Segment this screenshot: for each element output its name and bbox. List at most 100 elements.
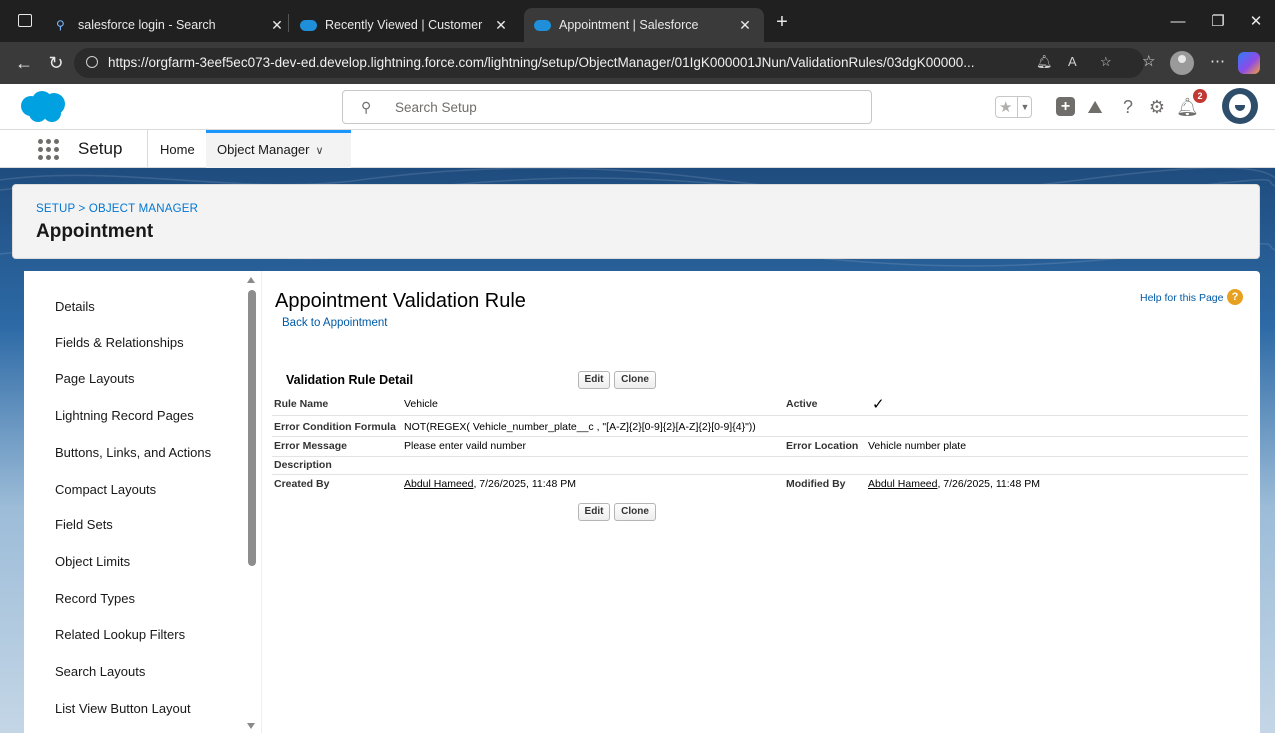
error-message-label: Error Message	[274, 440, 347, 452]
active-label: Active	[786, 398, 818, 410]
notification-count-badge: 2	[1193, 89, 1207, 103]
sidebar-item-related-lookup-filters[interactable]: Related Lookup Filters	[55, 627, 185, 642]
row-divider	[272, 474, 1248, 475]
favorites-button[interactable]: ★ ▼	[995, 96, 1032, 118]
nav-tab-object-manager[interactable]: Object Manager ∨	[206, 130, 351, 168]
browser-tab-search[interactable]: ⚲ salesforce login - Search ✕	[46, 8, 296, 42]
more-icon[interactable]: ⋯	[1210, 52, 1225, 70]
close-icon[interactable]: ✕	[268, 17, 286, 34]
sidebar-item-buttons-links-actions[interactable]: Buttons, Links, and Actions	[55, 445, 211, 460]
chevron-down-icon[interactable]: ∨	[316, 145, 324, 157]
trailhead-icon[interactable]: ⛰	[1083, 96, 1107, 118]
favorite-star-icon[interactable]: ☆	[1100, 54, 1112, 70]
scrollbar-thumb[interactable]	[248, 290, 256, 566]
bell-icon[interactable]: 🔔︎	[1036, 54, 1053, 70]
nav-tab-home[interactable]: Home	[160, 142, 195, 157]
browser-toolbar: ← ↻ https://orgfarm-3eef5ec073-dev-ed.de…	[0, 42, 1275, 84]
sidebar-item-page-layouts[interactable]: Page Layouts	[55, 371, 135, 386]
tab-title: Recently Viewed | Customer Detai	[325, 18, 486, 32]
modified-by-label: Modified By	[786, 478, 846, 490]
modified-date: , 7/26/2025, 11:48 PM	[937, 478, 1041, 490]
app-launcher-icon[interactable]	[38, 139, 59, 160]
profile-icon[interactable]	[1170, 51, 1194, 75]
sidebar-item-details[interactable]: Details	[55, 299, 95, 314]
favorites-icon[interactable]: ☆	[1142, 52, 1155, 70]
back-to-appointment-link[interactable]: Back to Appointment	[282, 317, 387, 329]
chevron-down-icon[interactable]: ▼	[1017, 97, 1032, 117]
browser-tab-recently-viewed[interactable]: Recently Viewed | Customer Detai ✕	[290, 8, 520, 42]
back-arrow-icon[interactable]: ←	[12, 51, 36, 75]
tab-separator	[288, 14, 289, 32]
browser-tab-strip: ⚲ salesforce login - Search ✕ Recently V…	[0, 0, 1275, 42]
help-icon[interactable]: ?	[1227, 289, 1243, 305]
user-avatar[interactable]	[1222, 88, 1258, 124]
active-checkmark-icon: ✓	[872, 396, 885, 413]
sidebar-item-fields-relationships[interactable]: Fields & Relationships	[55, 335, 184, 350]
page-title: Appointment	[36, 221, 154, 242]
browser-tab-appointment[interactable]: Appointment | Salesforce ✕	[524, 8, 764, 42]
created-by-value: Abdul Hameed, 7/26/2025, 11:48 PM	[404, 478, 576, 490]
nav-tab-label: Object Manager	[217, 142, 310, 157]
sidebar-item-object-limits[interactable]: Object Limits	[55, 554, 130, 569]
rule-name-label: Rule Name	[274, 398, 329, 410]
error-condition-formula-label: Error Condition Formula	[274, 421, 396, 433]
app-name: Setup	[78, 139, 123, 158]
sidebar-item-search-layouts[interactable]: Search Layouts	[55, 664, 145, 679]
validation-rule-title: Appointment Validation Rule	[275, 290, 526, 312]
search-placeholder: Search Setup	[395, 100, 477, 115]
salesforce-logo[interactable]	[16, 89, 70, 125]
new-tab-icon[interactable]: +	[768, 8, 796, 36]
restore-icon[interactable]: ❐	[1198, 10, 1238, 34]
clone-button-bottom[interactable]: Clone	[614, 503, 656, 521]
gear-icon[interactable]: ⚙	[1146, 96, 1168, 118]
help-for-this-page-link[interactable]: Help for this Page	[1140, 292, 1223, 304]
copilot-icon[interactable]	[1238, 52, 1260, 74]
error-condition-formula-value: NOT(REGEX( Vehicle_number_plate__c , "[A…	[404, 421, 756, 433]
context-nav-bar: Setup Home Object Manager ∨	[0, 130, 1275, 168]
url-text[interactable]: https://orgfarm-3eef5ec073-dev-ed.develo…	[108, 55, 1008, 70]
sidebar-item-record-types[interactable]: Record Types	[55, 591, 135, 606]
help-icon[interactable]: ?	[1118, 96, 1138, 118]
site-info-icon[interactable]	[86, 56, 98, 68]
modified-by-user-link[interactable]: Abdul Hameed	[868, 478, 937, 490]
edit-button-bottom[interactable]: Edit	[578, 503, 610, 521]
search-setup-input[interactable]: ⚲ Search Setup	[342, 90, 872, 124]
created-by-user-link[interactable]: Abdul Hameed	[404, 478, 473, 490]
sidebar-item-compact-layouts[interactable]: Compact Layouts	[55, 482, 156, 497]
tab-actions-icon[interactable]	[18, 14, 32, 27]
scroll-down-arrow-icon[interactable]	[247, 723, 255, 729]
scroll-up-arrow-icon[interactable]	[247, 277, 255, 283]
error-message-value: Please enter vaild number	[404, 440, 526, 452]
search-icon: ⚲	[56, 18, 65, 32]
clone-button[interactable]: Clone	[614, 371, 656, 389]
sidebar-item-lightning-record-pages[interactable]: Lightning Record Pages	[55, 408, 194, 423]
salesforce-cloud-icon	[534, 19, 551, 31]
address-bar[interactable]: https://orgfarm-3eef5ec073-dev-ed.develo…	[74, 48, 1144, 78]
close-icon[interactable]: ✕	[492, 17, 510, 34]
close-icon[interactable]: ✕	[736, 17, 754, 34]
sidebar-item-field-sets[interactable]: Field Sets	[55, 517, 113, 532]
row-divider	[272, 456, 1248, 457]
rule-name-value: Vehicle	[404, 398, 438, 410]
created-date: , 7/26/2025, 11:48 PM	[473, 478, 577, 490]
read-aloud-icon[interactable]: A	[1068, 54, 1077, 69]
tab-title: salesforce login - Search	[78, 18, 216, 32]
modified-by-value: Abdul Hameed, 7/26/2025, 11:48 PM	[868, 478, 1040, 490]
edit-button[interactable]: Edit	[578, 371, 610, 389]
refresh-icon[interactable]: ↻	[44, 51, 68, 75]
minimize-icon[interactable]: —	[1158, 10, 1198, 34]
search-icon: ⚲	[361, 99, 372, 115]
row-divider	[272, 436, 1248, 437]
global-actions-icon[interactable]: +	[1056, 97, 1075, 116]
window-close-icon[interactable]: ✕	[1236, 10, 1275, 34]
tab-title: Appointment | Salesforce	[559, 18, 699, 32]
salesforce-cloud-icon	[300, 19, 317, 31]
breadcrumb[interactable]: SETUP > OBJECT MANAGER	[36, 203, 198, 215]
error-location-label: Error Location	[786, 440, 859, 452]
sidebar-item-list-view-button-layout[interactable]: List View Button Layout	[55, 701, 191, 716]
created-by-label: Created By	[274, 478, 330, 490]
star-icon: ★	[999, 99, 1013, 116]
description-label: Description	[274, 459, 332, 471]
nav-divider	[147, 130, 148, 168]
error-location-value: Vehicle number plate	[868, 440, 967, 452]
